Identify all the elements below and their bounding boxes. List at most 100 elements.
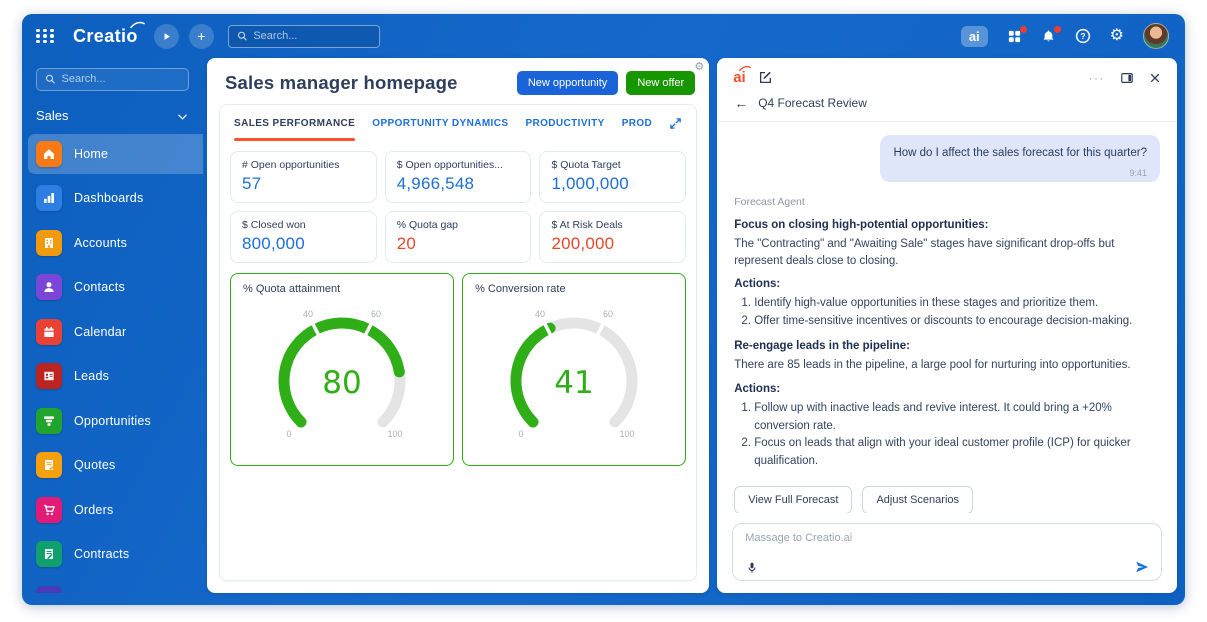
- adjust-scenarios-button[interactable]: Adjust Scenarios: [862, 486, 973, 513]
- svg-text:0: 0: [287, 429, 292, 439]
- sidebar-item-calendar[interactable]: Calendar: [28, 312, 203, 352]
- add-button[interactable]: +: [189, 24, 214, 49]
- sidebar-item-opportunities[interactable]: Opportunities: [28, 401, 203, 441]
- dashboard-card: SALES PERFORMANCE OPPORTUNITY DYNAMICS PRO…: [219, 104, 697, 581]
- help-button[interactable]: ?: [1075, 28, 1091, 44]
- tab-prod[interactable]: PROD: [622, 105, 653, 141]
- kpi-value: 20: [397, 234, 520, 254]
- action-button-row: View Full Forecast Adjust Scenarios: [734, 486, 1160, 513]
- dock-panel-button[interactable]: [1120, 71, 1134, 85]
- sidebar: Sales Home Dashboards AccountsContacts Cale…: [22, 58, 203, 593]
- svg-text:60: 60: [603, 309, 613, 319]
- sidebar-item-label: Home: [74, 147, 108, 161]
- accounts-icon: [36, 230, 62, 256]
- send-message-button[interactable]: [1135, 560, 1149, 574]
- kpi-label: $ Closed won: [242, 219, 365, 231]
- voice-input-button[interactable]: [745, 561, 759, 575]
- message-heading: Actions:: [734, 278, 1160, 290]
- help-icon: ?: [1075, 28, 1091, 44]
- kpi-card-closed-won: $ Closed won800,000: [230, 211, 377, 263]
- orders-icon: [36, 497, 62, 523]
- tab-productivity[interactable]: PRODUCTIVITY: [525, 105, 604, 141]
- play-button[interactable]: [154, 24, 179, 49]
- chat-title: Q4 Forecast Review: [758, 96, 867, 110]
- creatio-ai-logo: ai: [733, 69, 746, 86]
- kpi-grid: # Open opportunities57$ Open opportuniti…: [220, 141, 696, 263]
- more-options-button[interactable]: ···: [1089, 71, 1106, 85]
- message-paragraph: There are 85 leads in the pipeline, a la…: [734, 357, 1160, 374]
- sidebar-search[interactable]: [36, 68, 189, 91]
- copilot-chat-panel: ai ···: [717, 58, 1177, 593]
- leads-icon: [36, 363, 62, 389]
- user-message-text: How do I affect the sales forecast for t…: [893, 145, 1147, 161]
- sidebar-item-invoices[interactable]: Invoices: [28, 579, 203, 593]
- dashboard-settings-gear-icon[interactable]: ⚙: [694, 60, 704, 73]
- settings-button[interactable]: ⚙: [1110, 28, 1124, 44]
- kpi-label: $ At Risk Deals: [551, 219, 674, 231]
- sidebar-item-leads[interactable]: Leads: [28, 356, 203, 396]
- svg-text:80: 80: [322, 365, 361, 401]
- tabs: SALES PERFORMANCE OPPORTUNITY DYNAMICS PRO…: [234, 105, 652, 141]
- notifications-button[interactable]: [1041, 29, 1056, 44]
- main-header: Sales manager homepage New opportunity N…: [207, 58, 709, 104]
- copilot-ai-button[interactable]: ai: [961, 26, 988, 47]
- svg-text:?: ?: [1080, 31, 1085, 41]
- sidebar-item-label: Calendar: [74, 325, 126, 339]
- back-arrow-icon[interactable]: ←: [734, 96, 748, 110]
- notification-dot: [1020, 26, 1027, 33]
- sidebar-item-contracts[interactable]: Contracts: [28, 534, 203, 574]
- sidebar-item-label: Quotes: [74, 458, 116, 472]
- global-search-input[interactable]: [253, 30, 370, 42]
- tab-sales-performance[interactable]: SALES PERFORMANCE: [234, 105, 355, 141]
- gauge-grid: % Quota attainment0406010080% Conversion…: [220, 263, 696, 476]
- workspace-selector[interactable]: Sales: [22, 101, 203, 134]
- contracts-icon: [36, 541, 62, 567]
- sidebar-item-accounts[interactable]: Accounts: [28, 223, 203, 263]
- kpi-label: # Open opportunities: [242, 159, 365, 171]
- gauge-title: % Quota attainment: [243, 283, 441, 295]
- global-search[interactable]: [228, 25, 380, 48]
- message-list: Follow up with inactive leads and revive…: [734, 400, 1160, 471]
- tab-opportunity-dynamics[interactable]: OPPORTUNITY DYNAMICS: [372, 105, 508, 141]
- sidebar-item-quotes[interactable]: Quotes: [28, 445, 203, 485]
- gear-icon: ⚙: [1110, 28, 1124, 44]
- notification-dot: [1054, 26, 1061, 33]
- sidebar-item-dashboards[interactable]: Dashboards: [28, 178, 203, 218]
- compose-icon: [758, 70, 773, 85]
- message-heading: Re-engage leads in the pipeline:: [734, 340, 1160, 352]
- app-grid-icon[interactable]: [36, 29, 55, 44]
- kpi-value: 57: [242, 174, 365, 194]
- chat-input-box[interactable]: [732, 523, 1162, 581]
- new-opportunity-button[interactable]: New opportunity: [517, 71, 619, 95]
- message-list: Identify high-value opportunities in the…: [734, 295, 1160, 331]
- sidebar-item-orders[interactable]: Orders: [28, 490, 203, 530]
- message-heading: Actions:: [734, 383, 1160, 395]
- sidebar-item-label: Leads: [74, 369, 109, 383]
- svg-text:40: 40: [535, 309, 545, 319]
- marketplace-apps-button[interactable]: [1007, 29, 1022, 44]
- message-list-item: Offer time-sensitive incentives or disco…: [754, 313, 1160, 331]
- chat-body: How do I affect the sales forecast for t…: [717, 122, 1177, 513]
- kpi-label: % Quota gap: [397, 219, 520, 231]
- kpi-value: 4,966,548: [397, 174, 520, 194]
- message-list-item: Follow up with inactive leads and revive…: [754, 400, 1160, 436]
- sidebar-item-label: Invoices: [74, 592, 121, 593]
- gauge-chart: 0406010041: [475, 299, 673, 455]
- user-avatar[interactable]: [1143, 23, 1169, 49]
- view-full-forecast-button[interactable]: View Full Forecast: [734, 486, 852, 513]
- kpi-value: 1,000,000: [551, 174, 674, 194]
- sidebar-item-home[interactable]: Home: [28, 134, 203, 174]
- chat-message-input[interactable]: [745, 532, 1149, 554]
- expand-dashboard-button[interactable]: [669, 117, 682, 130]
- sidebar-item-contacts[interactable]: Contacts: [28, 267, 203, 307]
- contacts-icon: [36, 274, 62, 300]
- sidebar-item-label: Opportunities: [74, 414, 151, 428]
- close-chat-button[interactable]: [1149, 72, 1161, 84]
- new-chat-button[interactable]: [758, 70, 773, 85]
- message-list-item: Identify high-value opportunities in the…: [754, 295, 1160, 313]
- kpi-value: 200,000: [551, 234, 674, 254]
- tab-bar: SALES PERFORMANCE OPPORTUNITY DYNAMICS PRO…: [220, 105, 696, 141]
- new-offer-button[interactable]: New offer: [626, 71, 695, 95]
- sidebar-search-input[interactable]: [62, 73, 180, 85]
- opportunities-icon: [36, 408, 62, 434]
